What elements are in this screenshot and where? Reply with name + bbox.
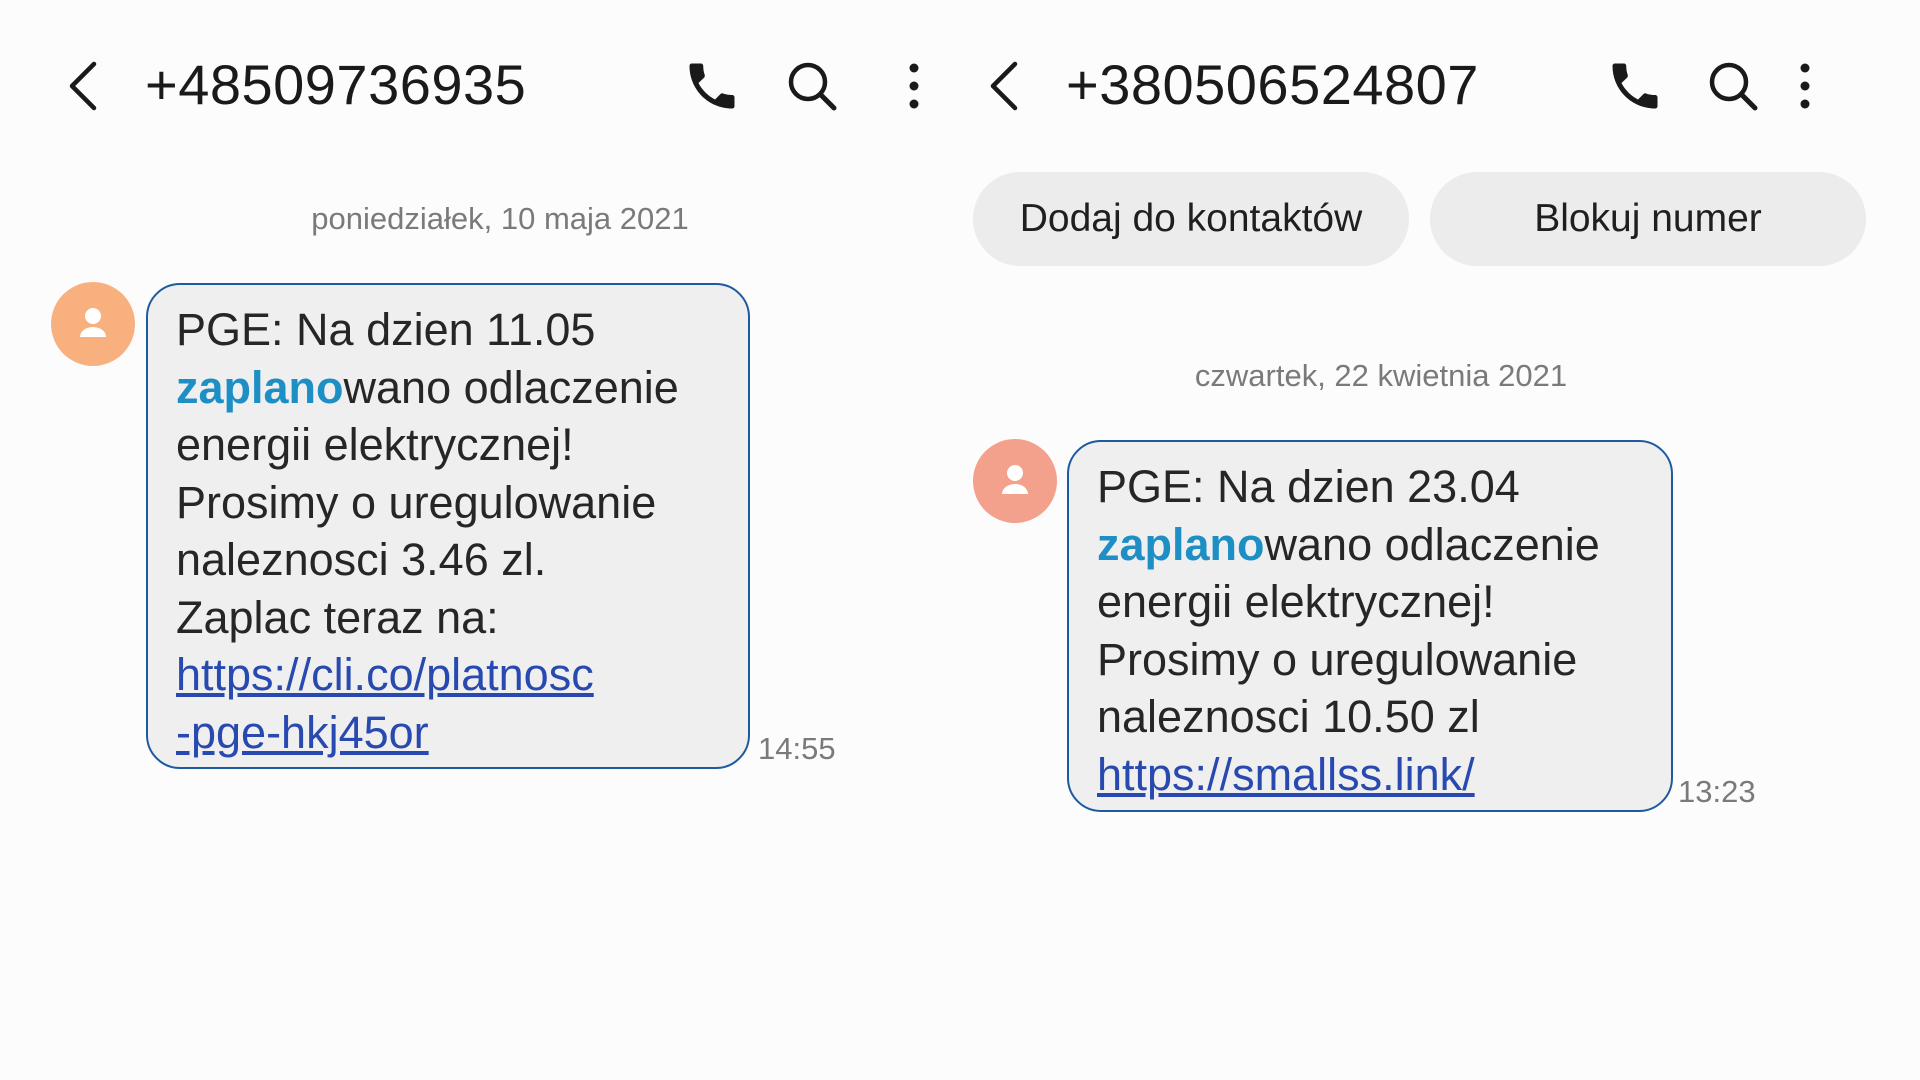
highlighted-text: zaplano xyxy=(176,361,344,413)
message-line: zaplanowano odlaczenie xyxy=(1097,516,1643,574)
conversation-header: +48509736935 xyxy=(0,38,920,130)
person-icon xyxy=(80,308,106,337)
message-bubble[interactable]: PGE: Na dzien 11.05 zaplanowano odlaczen… xyxy=(146,283,750,769)
message-line: Prosimy o uregulowanie xyxy=(176,476,657,528)
message-link[interactable]: https://cli.co/platnosc xyxy=(176,649,594,700)
conversation-panel-left: +48509736935 poniedziałek, 10 maja 2021 xyxy=(0,0,920,1080)
call-button[interactable] xyxy=(1605,56,1665,116)
phone-icon xyxy=(689,63,735,109)
message-line: naleznosci 10.50 zl xyxy=(1097,691,1480,742)
message-line: energii elektrycznej! xyxy=(176,419,574,470)
message-text: wano odlaczenie xyxy=(1264,518,1600,570)
back-button[interactable] xyxy=(983,56,1031,116)
message-link[interactable]: https://smallss.link/ xyxy=(1097,749,1475,800)
back-button[interactable] xyxy=(62,56,110,116)
search-icon xyxy=(1709,62,1758,111)
more-options-button[interactable] xyxy=(1775,56,1835,116)
message-line: https://cli.co/platnosc xyxy=(176,646,720,704)
sender-avatar[interactable] xyxy=(973,439,1057,523)
message-timestamp: 13:23 xyxy=(1678,774,1756,809)
message-line: zaplanowano odlaczenie xyxy=(176,359,720,417)
message-line: energii elektrycznej! xyxy=(1097,576,1495,627)
more-vertical-icon xyxy=(1800,63,1810,109)
message-line: Zaplac teraz na: xyxy=(176,591,499,643)
add-contact-button[interactable]: Dodaj do kontaktów xyxy=(973,172,1409,266)
chevron-left-icon xyxy=(990,61,1018,111)
person-icon xyxy=(1002,465,1028,494)
phone-icon xyxy=(1612,63,1658,109)
message-line: PGE: Na dzien 23.04 xyxy=(1097,461,1520,512)
chevron-left-icon xyxy=(69,61,97,111)
message-line: -pge-hkj45or xyxy=(176,704,720,762)
block-number-button[interactable]: Blokuj numer xyxy=(1430,172,1866,266)
message-text: wano odlaczenie xyxy=(343,361,679,413)
message-line: PGE: Na dzien 11.05 xyxy=(176,304,596,355)
message-line: https://smallss.link/ xyxy=(1097,746,1643,804)
call-button[interactable] xyxy=(682,56,742,116)
message-bubble[interactable]: PGE: Na dzien 23.04 zaplanowano odlaczen… xyxy=(1067,440,1673,812)
conversation-panel-right: +380506524807 Dodaj do kontaktów Blokuj … xyxy=(921,0,1866,1080)
search-icon xyxy=(788,62,837,111)
sender-avatar[interactable] xyxy=(51,282,135,366)
search-button[interactable] xyxy=(1703,56,1763,116)
date-separator: czwartek, 22 kwietnia 2021 xyxy=(1194,358,1568,393)
conversation-header: +380506524807 xyxy=(921,38,1841,130)
contact-phone-number: +380506524807 xyxy=(1066,53,1479,116)
highlighted-text: zaplano xyxy=(1097,518,1265,570)
message-line: naleznosci 3.46 zl. xyxy=(176,534,547,585)
search-button[interactable] xyxy=(782,56,842,116)
message-line: Prosimy o uregulowanie xyxy=(1097,633,1578,685)
message-link[interactable]: -pge-hkj45or xyxy=(176,707,429,758)
message-timestamp: 14:55 xyxy=(758,731,836,766)
date-separator: poniedziałek, 10 maja 2021 xyxy=(311,201,689,236)
contact-phone-number: +48509736935 xyxy=(145,53,527,116)
